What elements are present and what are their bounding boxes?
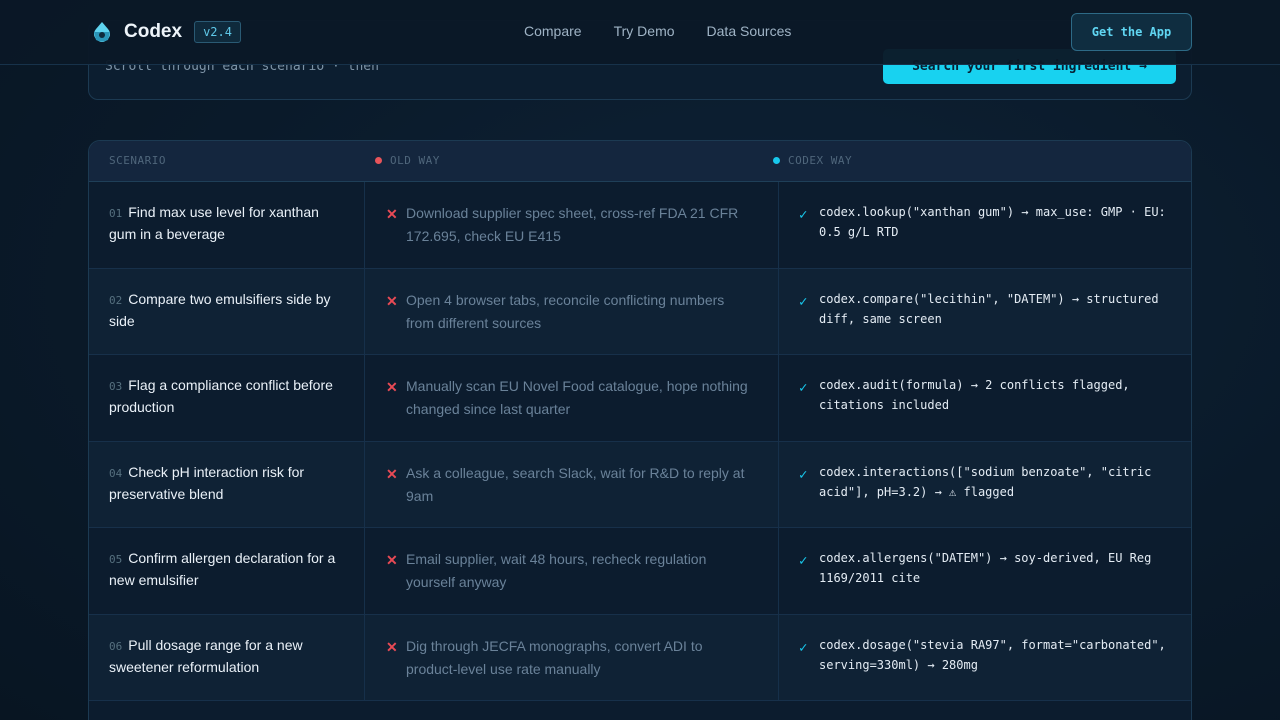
cyan-dot-icon	[773, 157, 780, 164]
codex-way-cell: ✓ codex.interactions(["sodium benzoate",…	[799, 462, 1179, 502]
scenario-number: 01	[109, 207, 123, 220]
codex-way-cell: ✓ codex.lookup("xanthan gum") → max_use:…	[799, 202, 1179, 242]
nav-link-data-sources[interactable]: Data Sources	[707, 23, 792, 39]
droplet-logo-icon	[94, 22, 110, 42]
codex-way-text: codex.allergens("DATEM") → soy-derived, …	[819, 551, 1152, 585]
table-row: 04 Check pH interaction risk for preserva…	[89, 441, 1191, 528]
table-row: 01 Find max use level for xanthan gum in …	[89, 182, 1191, 269]
nav-links: Compare Try Demo Data Sources	[508, 23, 823, 39]
column-divider	[778, 268, 779, 354]
column-divider	[364, 441, 365, 527]
column-divider	[364, 355, 365, 441]
table-row: 03 Flag a compliance conflict before prod…	[89, 355, 1191, 442]
comparison-table: SCENARIO OLD WAY CODEX WAY 01 Find max us…	[88, 140, 1192, 720]
old-way-text: Dig through JECFA monographs, convert AD…	[406, 637, 703, 677]
scenario-text: Pull dosage range for a new sweetener re…	[109, 636, 303, 675]
nav-link-compare[interactable]: Compare	[524, 23, 582, 39]
codex-way-cell: ✓ codex.dosage("stevia RA97", format="ca…	[799, 635, 1179, 675]
column-divider	[364, 614, 365, 700]
old-way-cell: ✕ Download supplier spec sheet, cross-re…	[386, 202, 756, 248]
x-icon: ✕	[386, 206, 398, 222]
codex-way-cell: ✓ codex.compare("lecithin", "DATEM") → s…	[799, 289, 1179, 329]
brand[interactable]: Codex v2.4	[90, 19, 241, 45]
brand-name: Codex	[124, 21, 183, 42]
scenario-cell: 02 Compare two emulsifiers side by side	[109, 289, 349, 331]
scenario-number: 02	[109, 293, 123, 307]
old-way-cell: ✕ Dig through JECFA monographs, convert …	[386, 635, 756, 681]
table-header: SCENARIO OLD WAY CODEX WAY	[89, 141, 1191, 182]
codex-way-text: codex.compare("lecithin", "DATEM") → str…	[819, 291, 1159, 326]
codex-way-text: codex.dosage("stevia RA97", format="carb…	[819, 637, 1166, 672]
old-way-cell: ✕ Ask a colleague, search Slack, wait fo…	[386, 462, 756, 508]
column-divider	[364, 528, 365, 614]
check-icon: ✓	[799, 207, 808, 223]
old-way-text: Manually scan EU Novel Food catalogue, h…	[406, 378, 748, 417]
x-icon: ✕	[386, 638, 398, 655]
scenario-number: 06	[109, 639, 123, 653]
check-icon: ✓	[799, 380, 808, 396]
table-row: 02 Compare two emulsifiers side by side ✕…	[89, 268, 1191, 355]
column-divider	[364, 182, 365, 268]
header-old-way: OLD WAY	[375, 154, 440, 167]
scenario-number: 04	[109, 466, 123, 480]
codex-way-text: codex.interactions(["sodium benzoate", "…	[819, 464, 1152, 499]
column-divider	[778, 614, 779, 700]
column-divider	[778, 182, 779, 268]
scenario-cell: 05 Confirm allergen declaration for a new…	[109, 548, 349, 590]
get-the-app-button[interactable]: Get the App	[1071, 13, 1192, 51]
scenario-number: 05	[109, 553, 123, 566]
nav-link-try-demo[interactable]: Try Demo	[614, 23, 675, 39]
top-nav: Codex v2.4 Compare Try Demo Data Sources…	[0, 0, 1280, 65]
header-scenario: SCENARIO	[109, 154, 166, 167]
scenario-cell: 04 Check pH interaction risk for preserva…	[109, 462, 349, 504]
scenario-number: 03	[109, 380, 123, 393]
codex-way-cell: ✓ codex.allergens("DATEM") → soy-derived…	[799, 548, 1179, 588]
table-row: 06 Pull dosage range for a new sweetener …	[89, 614, 1191, 701]
scenario-cell: 03 Flag a compliance conflict before prod…	[109, 375, 349, 417]
column-divider	[778, 355, 779, 441]
old-way-text: Ask a colleague, search Slack, wait for …	[406, 464, 745, 504]
column-divider	[778, 441, 779, 527]
header-old-label: OLD WAY	[390, 154, 440, 167]
old-way-text: Open 4 browser tabs, reconcile conflicti…	[406, 291, 725, 331]
scenario-text: Confirm allergen declaration for a new e…	[109, 550, 336, 588]
column-divider	[778, 528, 779, 614]
red-dot-icon	[375, 157, 382, 164]
check-icon: ✓	[799, 293, 808, 310]
scenario-text: Flag a compliance conflict before produc…	[109, 377, 333, 415]
scenario-text: Check pH interaction risk for preservati…	[109, 463, 305, 502]
x-icon: ✕	[386, 552, 398, 568]
old-way-text: Email supplier, wait 48 hours, recheck r…	[406, 551, 707, 590]
scenario-cell: 01 Find max use level for xanthan gum in …	[109, 202, 349, 244]
codex-way-cell: ✓ codex.audit(formula) → 2 conflicts fla…	[799, 375, 1179, 415]
header-scenario-label: SCENARIO	[109, 154, 166, 167]
scenario-cell: 06 Pull dosage range for a new sweetener …	[109, 635, 349, 677]
table-row: 05 Confirm allergen declaration for a new…	[89, 528, 1191, 615]
old-way-cell: ✕ Open 4 browser tabs, reconcile conflic…	[386, 289, 756, 335]
x-icon: ✕	[386, 379, 398, 395]
header-codex-way: CODEX WAY	[773, 154, 852, 167]
check-icon: ✓	[799, 553, 808, 569]
check-icon: ✓	[799, 466, 808, 483]
column-divider	[364, 268, 365, 354]
old-way-cell: ✕ Manually scan EU Novel Food catalogue,…	[386, 375, 756, 421]
x-icon: ✕	[386, 465, 398, 482]
old-way-text: Download supplier spec sheet, cross-ref …	[406, 205, 739, 244]
header-new-label: CODEX WAY	[788, 154, 853, 167]
old-way-cell: ✕ Email supplier, wait 48 hours, recheck…	[386, 548, 756, 594]
scenario-text: Find max use level for xanthan gum in a …	[109, 204, 319, 242]
scenario-text: Compare two emulsifiers side by side	[109, 290, 331, 329]
version-badge: v2.4	[194, 21, 241, 43]
check-icon: ✓	[799, 639, 808, 656]
codex-way-text: codex.audit(formula) → 2 conflicts flagg…	[819, 378, 1130, 412]
codex-way-text: codex.lookup("xanthan gum") → max_use: G…	[819, 205, 1166, 239]
x-icon: ✕	[386, 292, 398, 309]
